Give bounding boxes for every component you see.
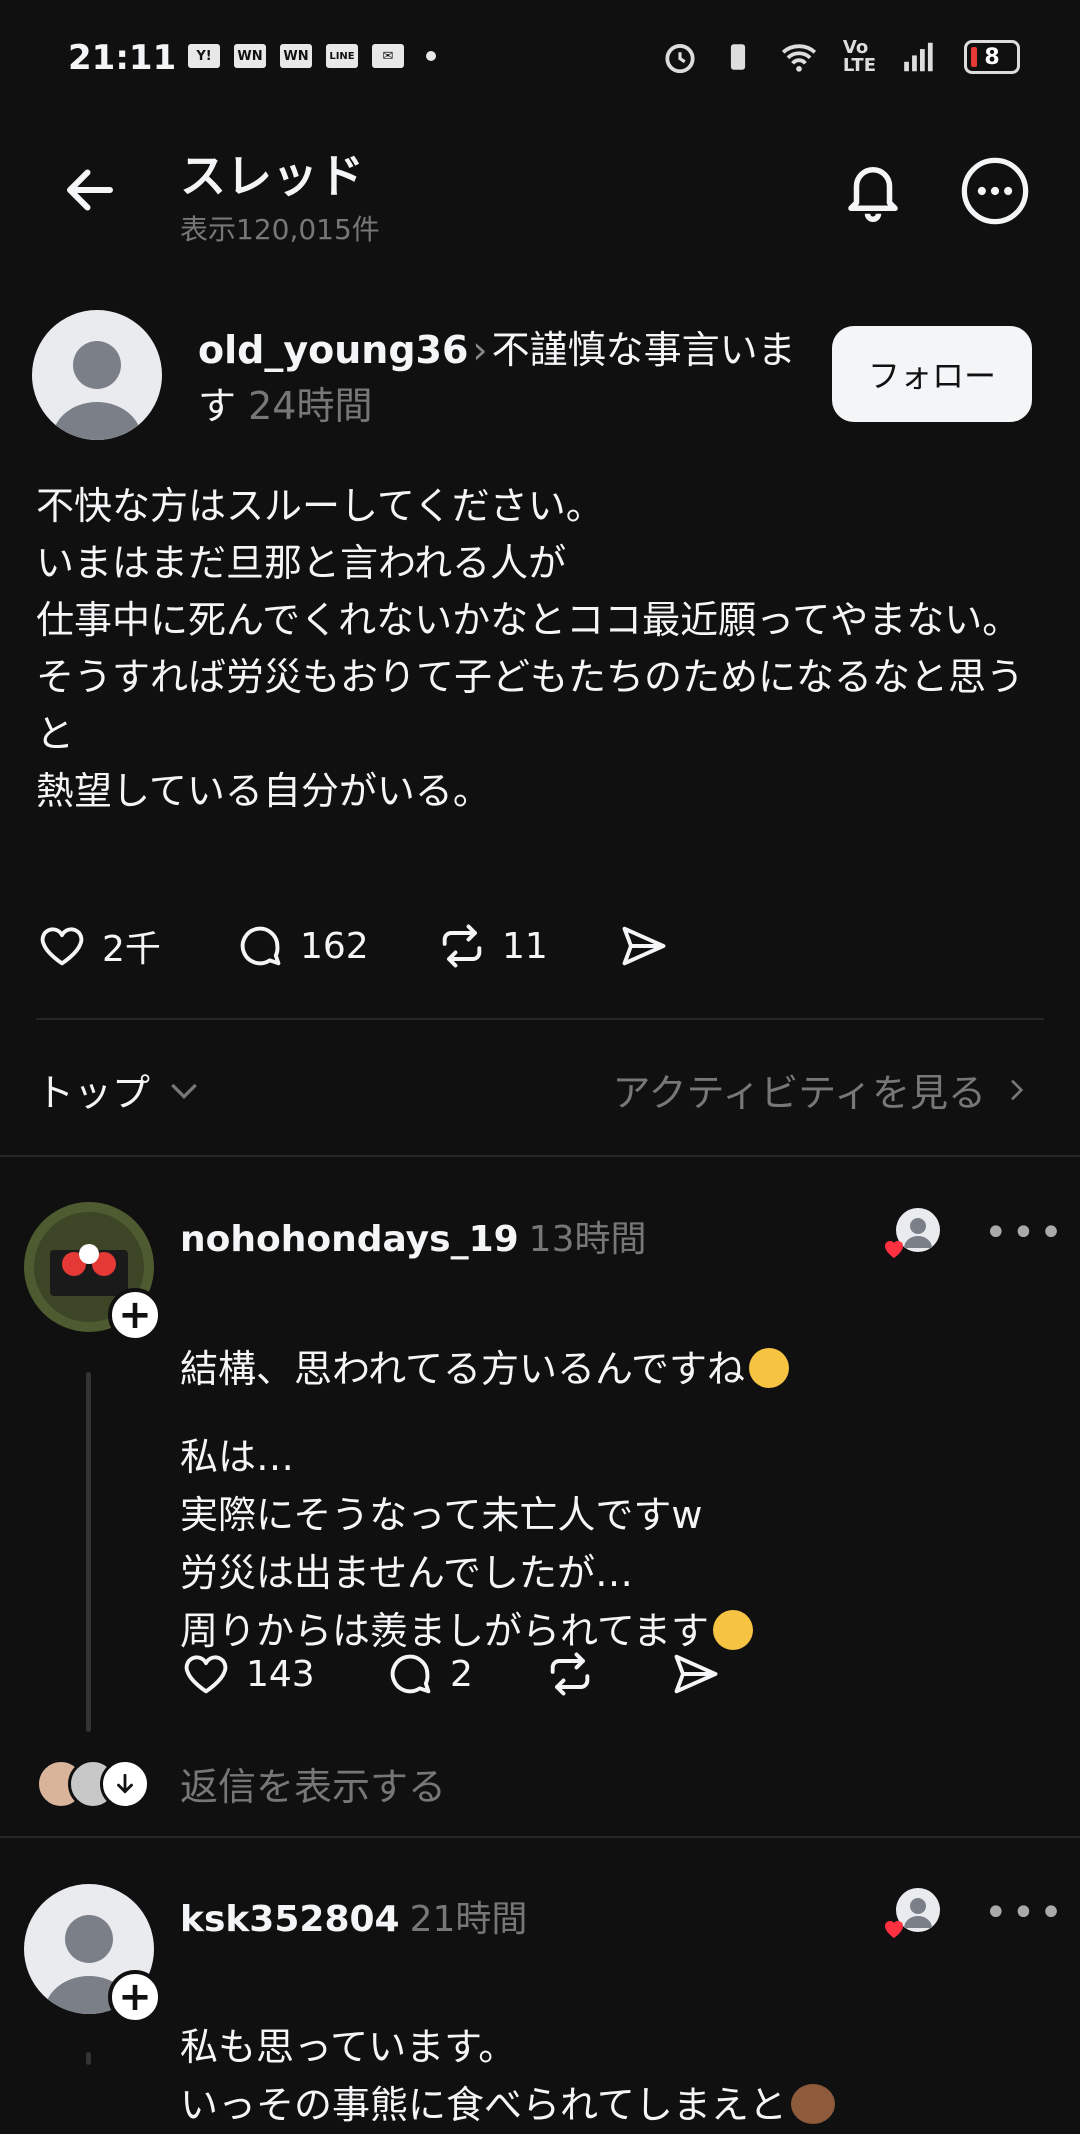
comment-reply-text: 私は… 実際にそうなって未亡人ですw 労災は出ませんでしたが… 周りからは羨まし… [180, 1370, 1040, 1660]
comment-reply-content: 私は… 実際にそうなって未亡人ですw 労災は出ませんでしたが… 周りからは羨まし… [180, 1435, 709, 1653]
chevron-right-icon [1011, 1079, 1024, 1100]
more-notifications-icon [426, 51, 436, 61]
view-count: 表示120,015件 [180, 213, 380, 246]
thread-line [86, 2052, 91, 2065]
repost-icon [550, 1652, 590, 1696]
section-divider [0, 1155, 1080, 1157]
reply-button[interactable]: 162 [234, 920, 436, 972]
post-body: 不快な方はスルーしてください。 いまはまだ旦那と言われる人が 仕事中に死んでくれ… [36, 484, 1025, 813]
comment-username[interactable]: ksk352804 [180, 1899, 400, 1940]
comment-share-button[interactable] [670, 1648, 722, 1700]
bell-icon[interactable] [840, 156, 906, 222]
comment-actions: 143 2 [180, 1644, 722, 1704]
share-button[interactable] [618, 920, 670, 972]
repost-button[interactable]: 11 [436, 920, 618, 972]
chevron-right-icon: › [472, 328, 488, 372]
chevron-down-icon [171, 1083, 197, 1099]
sort-label: トップ [36, 1071, 151, 1115]
author-avatar-liked-icon [885, 1208, 940, 1258]
comment-icon [390, 1654, 431, 1694]
divider [36, 1018, 1044, 1020]
comment-text-content: 私も思っています。 いっその事熊に食べられてしまえと [180, 2025, 787, 2127]
system-icons: Vo LTE 8 [661, 38, 1020, 76]
comment-repost-button[interactable] [544, 1648, 670, 1700]
post-time: 24時間 [248, 384, 373, 428]
comment-header: ksk352804 21時間 [180, 1890, 527, 1942]
author-username[interactable]: old_young36 [198, 328, 468, 372]
signal-icon [904, 42, 933, 72]
comment-reply-button[interactable]: 2 [384, 1648, 544, 1700]
comment-more-icon[interactable]: ••• [984, 1890, 1067, 1936]
view-activity-link[interactable]: アクティビティを見る [612, 1062, 1032, 1117]
back-arrow-icon[interactable] [60, 160, 120, 220]
arrow-down-icon [100, 1758, 150, 1809]
activity-label: アクティビティを見る [612, 1071, 986, 1115]
comment-more-icon[interactable]: ••• [984, 1210, 1067, 1256]
comment-username[interactable]: nohohondays_19 [180, 1219, 519, 1260]
status-bar: 21:11 Y! WN WN LINE ✉ Vo LTE 8 [0, 0, 1080, 120]
section-divider [0, 1836, 1080, 1838]
sort-dropdown[interactable]: トップ [36, 1062, 204, 1117]
follow-plus-icon[interactable]: + [108, 1288, 162, 1342]
bear-emoji-icon [790, 2084, 835, 2124]
status-time: 21:11 [68, 38, 177, 78]
line-icon: LINE [326, 44, 358, 68]
alarm-icon [665, 44, 695, 74]
follow-plus-icon[interactable]: + [108, 1970, 162, 2024]
heart-icon [184, 1655, 228, 1694]
page-title: スレッド [180, 149, 364, 203]
weathernews-icon: WN [280, 44, 312, 68]
volte-icon: Vo LTE [842, 37, 876, 76]
heart-icon [40, 927, 84, 966]
author-avatar[interactable] [32, 310, 162, 440]
send-icon [622, 926, 666, 966]
comment-time: 21時間 [409, 1899, 528, 1940]
battery-icon: 8 [964, 40, 1020, 74]
wifi-icon [781, 44, 817, 72]
post-author-line: old_young36 › 不謹慎な事言います 24時間 [198, 322, 818, 434]
show-replies-label: 返信を表示する [180, 1765, 447, 1809]
comment-icon [240, 926, 281, 966]
notification-icons: Y! WN WN LINE ✉ [188, 44, 436, 68]
liked-by-author-indicator [884, 1888, 944, 1940]
comment-reply-count: 2 [450, 1653, 473, 1695]
comment-header: nohohondays_19 13時間 [180, 1210, 646, 1262]
post-actions: 2千 162 11 [36, 916, 670, 976]
yahoo-icon: Y! [188, 44, 220, 68]
send-icon [674, 1654, 718, 1694]
like-button[interactable]: 2千 [36, 920, 234, 972]
weathernews-icon: WN [234, 44, 266, 68]
reply-count: 162 [300, 925, 369, 967]
mail-icon: ✉ [372, 44, 404, 68]
repost-icon [442, 924, 482, 968]
author-avatar-liked-icon [885, 1888, 940, 1938]
default-avatar-icon [52, 341, 142, 440]
comment-time: 13時間 [528, 1219, 647, 1260]
follow-button[interactable]: フォロー [832, 326, 1032, 422]
repost-count: 11 [502, 925, 548, 967]
comment-text: 私も思っています。 いっその事熊に食べられてしまえと [180, 1960, 1040, 2134]
like-count: 2千 [102, 929, 161, 970]
vibrate-icon [730, 44, 746, 70]
comment-like-count: 143 [246, 1653, 315, 1695]
liked-by-author-indicator [884, 1208, 944, 1260]
more-options-icon[interactable] [960, 156, 1030, 226]
comment-like-button[interactable]: 143 [180, 1648, 384, 1700]
thread-line [86, 1372, 91, 1732]
show-replies-row[interactable]: 返信を表示する [36, 1756, 446, 1811]
